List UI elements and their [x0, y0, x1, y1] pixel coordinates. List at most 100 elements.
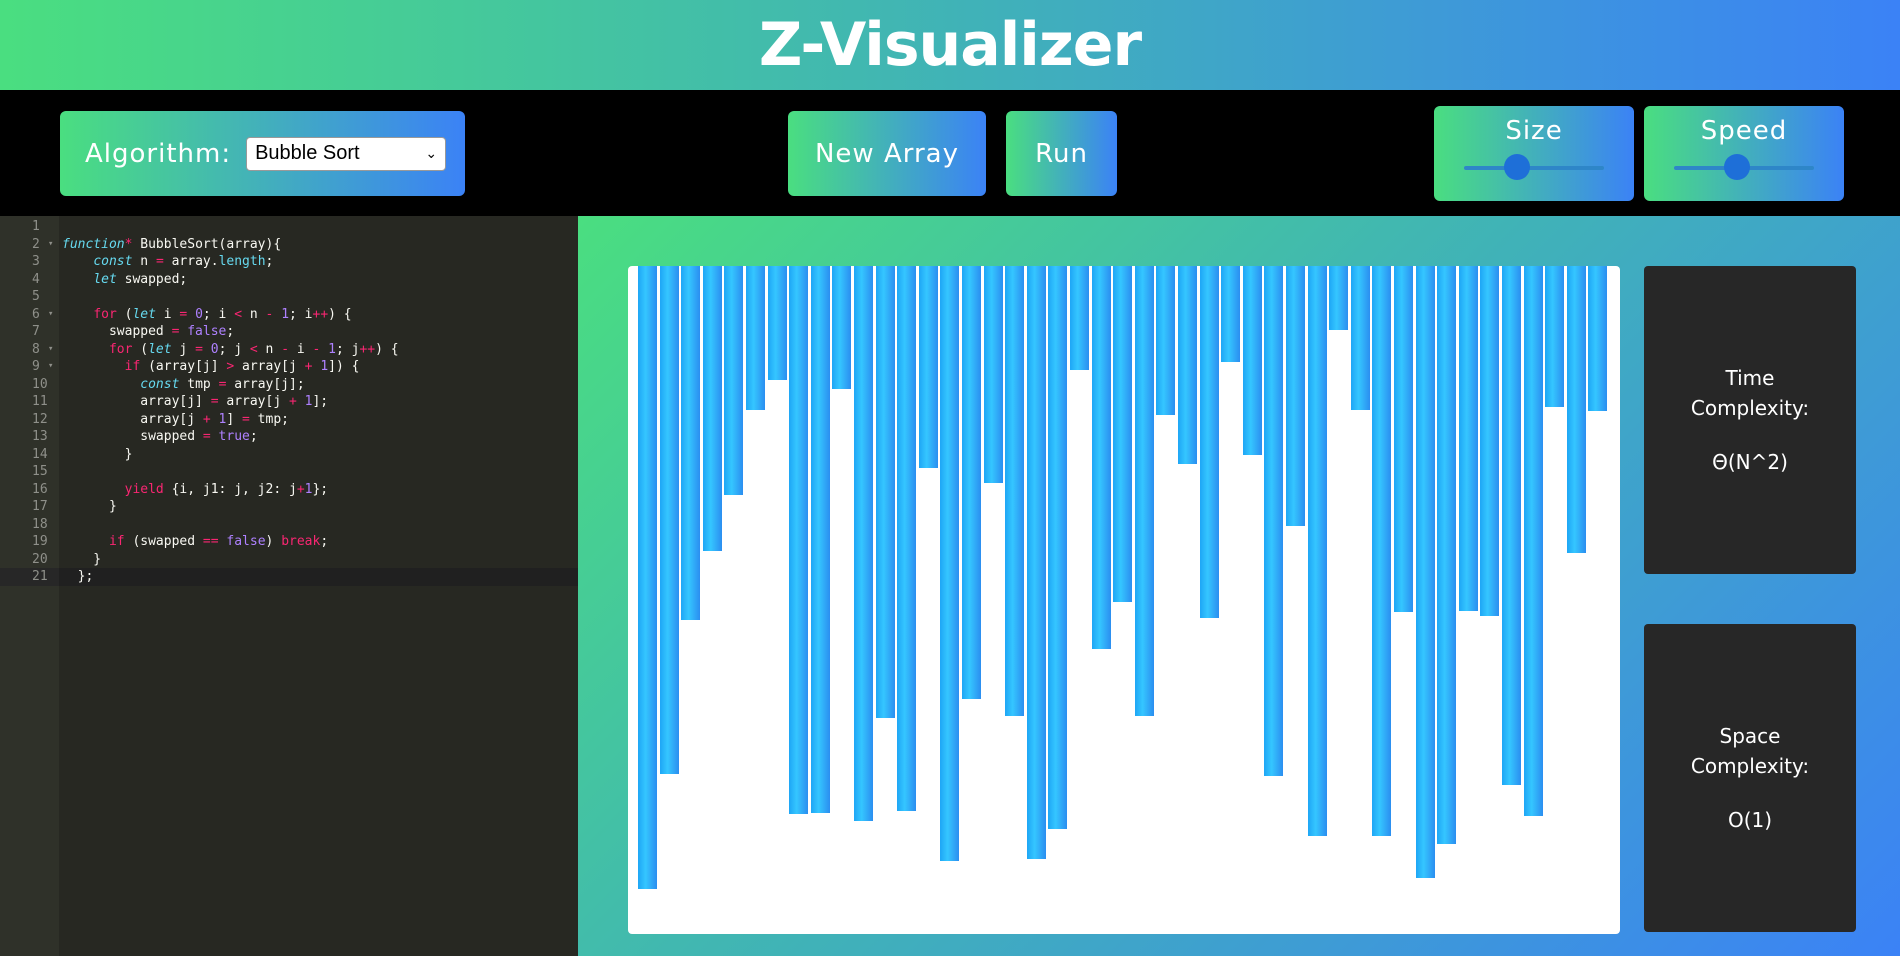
code-line: 17 } — [0, 498, 578, 516]
array-bar — [1070, 266, 1089, 370]
fold-arrow-icon[interactable]: ▾ — [48, 306, 53, 324]
array-bar — [1566, 266, 1586, 553]
bar-chart-canvas — [628, 266, 1620, 934]
code-line: 12 array[j + 1] = tmp; — [0, 411, 578, 429]
toolbar: Algorithm: Bubble Sort ⌄ New Array Run S… — [0, 90, 1900, 216]
code-line: 13 swapped = true; — [0, 428, 578, 446]
algorithm-select[interactable]: Bubble Sort ⌄ — [246, 136, 447, 171]
array-bar — [746, 266, 765, 410]
code-line: 1 — [0, 218, 578, 236]
array-bar — [1113, 266, 1133, 602]
array-bar — [810, 266, 830, 813]
code-line: 11 array[j] = array[j + 1]; — [0, 393, 578, 411]
speed-slider-thumb[interactable] — [1724, 154, 1750, 180]
run-button[interactable]: Run — [1006, 111, 1117, 196]
array-bar — [1264, 266, 1284, 776]
array-bar — [1286, 266, 1305, 526]
space-complexity-card: Space Complexity: O(1) — [1644, 624, 1856, 932]
array-bar — [1221, 266, 1241, 362]
code-line: 18 — [0, 516, 578, 534]
line-number: 13 — [32, 429, 48, 444]
line-number: 20 — [32, 551, 48, 567]
code-line: 7 swapped = false; — [0, 323, 578, 341]
array-bar — [1005, 266, 1025, 716]
line-number: 16 — [32, 481, 48, 497]
fold-arrow-icon[interactable]: ▾ — [48, 341, 53, 359]
array-bar — [638, 266, 657, 889]
line-code: function* BubbleSort(array){ — [62, 236, 282, 252]
time-complexity-value: Θ(N^2) — [1712, 450, 1788, 474]
array-bar — [1199, 266, 1219, 618]
array-bar — [1458, 266, 1478, 611]
line-number: 19 — [32, 534, 48, 549]
line-code: const tmp = array[j]; — [140, 376, 305, 392]
line-number: 7 — [32, 324, 40, 339]
fold-arrow-icon[interactable]: ▾ — [48, 236, 53, 254]
code-line: 6 ▾ for (let i = 0; i < n - 1; i++) { — [0, 306, 578, 324]
array-bar — [1350, 266, 1370, 410]
code-editor[interactable]: 1 2 ▾ function* BubbleSort(array){ 3 const n… — [0, 216, 578, 956]
speed-slider[interactable] — [1674, 154, 1814, 180]
array-bar — [1134, 266, 1154, 716]
array-bar — [1415, 266, 1435, 878]
line-number: 4 — [32, 271, 40, 287]
array-bar — [1329, 266, 1349, 330]
line-code: for (let i = 0; i < n - 1; i++) { — [93, 306, 352, 322]
line-code: const n = array.length; — [93, 254, 274, 269]
code-line: 10 const tmp = array[j]; — [0, 376, 578, 394]
line-number: 1 — [32, 219, 40, 234]
array-bar — [1307, 266, 1327, 836]
line-code: let swapped; — [93, 271, 188, 287]
line-number: 15 — [32, 464, 48, 479]
size-slider[interactable] — [1464, 154, 1604, 180]
size-control: Size — [1434, 106, 1634, 201]
space-complexity-title: Space Complexity: — [1690, 724, 1810, 778]
size-slider-thumb[interactable] — [1504, 154, 1531, 180]
chevron-down-icon: ⌄ — [425, 145, 438, 161]
array-bar — [1394, 266, 1413, 612]
code-line: 5 — [0, 288, 578, 306]
array-bar — [681, 266, 701, 620]
line-code: } — [62, 551, 102, 567]
array-bar — [724, 266, 744, 495]
array-bar — [1048, 266, 1068, 829]
array-bar — [962, 266, 981, 699]
line-number: 12 — [32, 411, 48, 427]
line-code: for (let j = 0; j < n - i - 1; j++) { — [108, 341, 399, 357]
line-code: if (swapped == false) break; — [108, 534, 329, 549]
line-code: if (array[j] > array[j + 1]) { — [124, 359, 360, 374]
line-number: 5 — [32, 289, 40, 304]
line-code: swapped = true; — [62, 429, 258, 444]
array-bar — [1156, 266, 1176, 415]
time-complexity-card: Time Complexity: Θ(N^2) — [1644, 266, 1856, 574]
fold-arrow-icon[interactable]: ▾ — [48, 358, 53, 376]
line-code: } — [62, 499, 117, 514]
array-bar — [1178, 266, 1197, 464]
visualizer-panel: Time Complexity: Θ(N^2) Space Complexity… — [578, 216, 1900, 956]
line-code: array[j + 1] = tmp; — [62, 411, 289, 427]
app-title: Z-Visualizer — [758, 10, 1142, 80]
line-number: 17 — [32, 499, 48, 514]
array-bar — [767, 266, 787, 380]
array-bar — [1480, 266, 1500, 616]
speed-label: Speed — [1700, 116, 1788, 146]
array-bar — [1523, 266, 1543, 816]
code-line: 16 yield {i, j1: j, j2: j+1}; — [0, 481, 578, 499]
code-line: 21 }; — [0, 568, 578, 586]
time-complexity-title: Time Complexity: — [1690, 366, 1810, 420]
line-number: 14 — [32, 446, 48, 462]
array-bar — [875, 266, 895, 718]
array-bar — [983, 266, 1003, 483]
code-line: 9 ▾ if (array[j] > array[j + 1]) { — [0, 358, 578, 376]
line-number: 21 — [0, 568, 59, 586]
new-array-button[interactable]: New Array — [788, 111, 986, 196]
line-code: swapped = false; — [62, 324, 235, 339]
algorithm-picker: Algorithm: Bubble Sort ⌄ — [60, 111, 465, 196]
line-number: 10 — [32, 376, 48, 392]
array-bar — [1242, 266, 1262, 455]
line-number: 3 — [32, 254, 40, 269]
array-bar — [832, 266, 852, 389]
array-bar — [1372, 266, 1392, 836]
array-bar — [940, 266, 960, 861]
array-bar — [659, 266, 679, 774]
